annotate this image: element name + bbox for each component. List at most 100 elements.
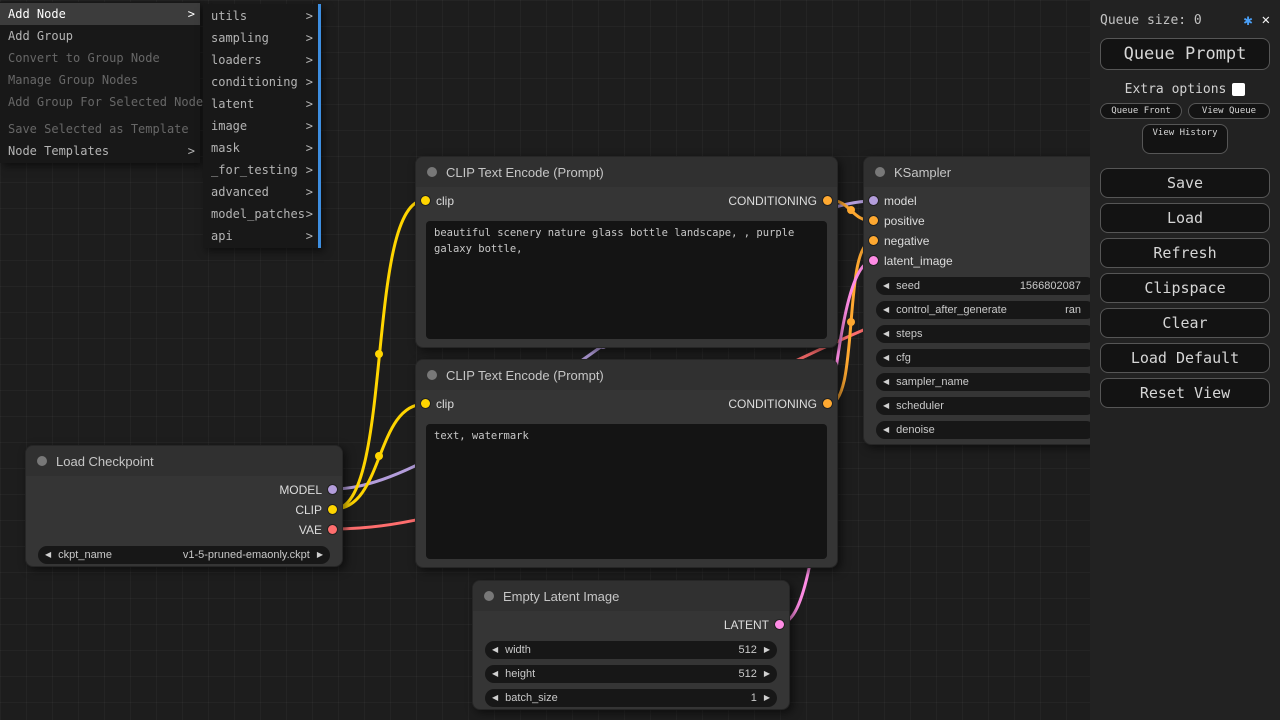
collapse-dot-icon[interactable] <box>484 591 494 601</box>
refresh-button[interactable]: Refresh <box>1100 238 1270 268</box>
widget-ckpt-name[interactable]: ◀ ckpt_name v1-5-pruned-emaonly.ckpt ▶ <box>38 546 330 564</box>
extra-options-checkbox[interactable] <box>1232 83 1245 96</box>
menu-item-label: Save Selected as Template <box>8 122 189 136</box>
submenu-arrow-icon: > <box>306 137 313 159</box>
widget-sampler-name[interactable]: ◀ sampler_name <box>876 373 1095 391</box>
widget-steps[interactable]: ◀ steps <box>876 325 1095 343</box>
node-clip-text-encode-2[interactable]: CLIP Text Encode (Prompt) clip CONDITION… <box>415 359 838 568</box>
node-clip-text-encode-1[interactable]: CLIP Text Encode (Prompt) clip CONDITION… <box>415 156 838 348</box>
widget-width[interactable]: ◀ width 512 ▶ <box>485 641 777 659</box>
increment-arrow-icon[interactable]: ▶ <box>764 689 770 707</box>
reset-view-button[interactable]: Reset View <box>1100 378 1270 408</box>
decrement-arrow-icon[interactable]: ◀ <box>883 373 889 391</box>
widget-label: seed <box>896 280 920 292</box>
input-slot-clip[interactable] <box>421 399 430 408</box>
submenu-item-conditioning[interactable]: conditioning > <box>203 71 318 93</box>
submenu-item-model-patches[interactable]: model_patches > <box>203 203 318 225</box>
submenu-item-sampling[interactable]: sampling > <box>203 27 318 49</box>
clear-button[interactable]: Clear <box>1100 308 1270 338</box>
input-slot-positive[interactable] <box>869 216 878 225</box>
node-header[interactable]: Load Checkpoint <box>26 446 342 476</box>
decrement-arrow-icon[interactable]: ◀ <box>883 277 889 295</box>
input-slot-latent-image[interactable] <box>869 256 878 265</box>
decrement-arrow-icon[interactable]: ◀ <box>883 421 889 439</box>
decrement-arrow-icon[interactable]: ◀ <box>883 325 889 343</box>
node-header[interactable]: CLIP Text Encode (Prompt) <box>416 360 837 390</box>
widget-label: control_after_generate <box>896 304 1007 316</box>
collapse-dot-icon[interactable] <box>427 370 437 380</box>
decrement-arrow-icon[interactable]: ◀ <box>492 665 498 683</box>
submenu-item-latent[interactable]: latent > <box>203 93 318 115</box>
output-slot-conditioning[interactable] <box>823 399 832 408</box>
menu-item-node-templates[interactable]: Node Templates > <box>0 140 200 162</box>
node-header[interactable]: Empty Latent Image <box>473 581 789 611</box>
submenu-item-mask[interactable]: mask > <box>203 137 318 159</box>
output-slot-model[interactable] <box>328 485 337 494</box>
widget-control-after-generate[interactable]: ◀ control_after_generate ran <box>876 301 1095 319</box>
clipspace-button[interactable]: Clipspace <box>1100 273 1270 303</box>
slot-row: VAE <box>26 520 342 540</box>
decrement-arrow-icon[interactable]: ◀ <box>492 641 498 659</box>
decrement-arrow-icon[interactable]: ◀ <box>883 349 889 367</box>
submenu-item-image[interactable]: image > <box>203 115 318 137</box>
view-queue-button[interactable]: View Queue <box>1188 103 1270 119</box>
node-header[interactable]: KSampler <box>864 157 1107 187</box>
submenu-item-loaders[interactable]: loaders > <box>203 49 318 71</box>
widget-batch-size[interactable]: ◀ batch_size 1 ▶ <box>485 689 777 707</box>
increment-arrow-icon[interactable]: ▶ <box>764 665 770 683</box>
view-history-button[interactable]: View History <box>1142 124 1228 154</box>
input-slot-model[interactable] <box>869 196 878 205</box>
prompt-textarea[interactable]: beautiful scenery nature glass bottle la… <box>426 221 827 339</box>
decrement-arrow-icon[interactable]: ◀ <box>492 689 498 707</box>
decrement-arrow-icon[interactable]: ◀ <box>45 546 51 564</box>
load-button[interactable]: Load <box>1100 203 1270 233</box>
collapse-dot-icon[interactable] <box>875 167 885 177</box>
decrement-arrow-icon[interactable]: ◀ <box>883 397 889 415</box>
prompt-textarea[interactable]: text, watermark <box>426 424 827 559</box>
submenu-arrow-icon: > <box>306 93 313 115</box>
widget-label: denoise <box>896 424 935 436</box>
node-load-checkpoint[interactable]: Load Checkpoint MODEL CLIP VAE ◀ ckpt_na… <box>25 445 343 567</box>
output-slot-vae[interactable] <box>328 525 337 534</box>
node-title: CLIP Text Encode (Prompt) <box>446 368 604 383</box>
collapse-dot-icon[interactable] <box>37 456 47 466</box>
collapse-dot-icon[interactable] <box>427 167 437 177</box>
widget-label: width <box>505 644 531 656</box>
increment-arrow-icon[interactable]: ▶ <box>764 641 770 659</box>
slot-row: MODEL <box>26 480 342 500</box>
submenu-item-advanced[interactable]: advanced > <box>203 181 318 203</box>
queue-front-button[interactable]: Queue Front <box>1100 103 1182 119</box>
menu-item-add-node[interactable]: Add Node > <box>0 3 200 25</box>
node-ksampler[interactable]: KSampler model positive negative latent_… <box>863 156 1108 445</box>
increment-arrow-icon[interactable]: ▶ <box>317 546 323 564</box>
load-default-button[interactable]: Load Default <box>1100 343 1270 373</box>
widget-value: 1 <box>751 692 757 704</box>
submenu-item-utils[interactable]: utils > <box>203 5 318 27</box>
widget-seed[interactable]: ◀ seed 1566802087 <box>876 277 1095 295</box>
queue-prompt-button[interactable]: Queue Prompt <box>1100 38 1270 70</box>
widget-cfg[interactable]: ◀ cfg <box>876 349 1095 367</box>
output-label: CLIP <box>295 503 322 517</box>
submenu-item-api[interactable]: api > <box>203 225 318 247</box>
save-button[interactable]: Save <box>1100 168 1270 198</box>
submenu-arrow-icon: > <box>306 159 313 181</box>
widget-denoise[interactable]: ◀ denoise <box>876 421 1095 439</box>
settings-icon[interactable]: ✱ <box>1244 11 1253 29</box>
submenu-item-for-testing[interactable]: _for_testing > <box>203 159 318 181</box>
output-slot-latent[interactable] <box>775 620 784 629</box>
widget-height[interactable]: ◀ height 512 ▶ <box>485 665 777 683</box>
node-empty-latent-image[interactable]: Empty Latent Image LATENT ◀ width 512 ▶ … <box>472 580 790 710</box>
menu-item-label: image <box>211 119 247 133</box>
node-header[interactable]: CLIP Text Encode (Prompt) <box>416 157 837 187</box>
output-slot-clip[interactable] <box>328 505 337 514</box>
menu-item-add-group[interactable]: Add Group <box>0 25 200 47</box>
input-slot-negative[interactable] <box>869 236 878 245</box>
widget-scheduler[interactable]: ◀ scheduler <box>876 397 1095 415</box>
output-slot-conditioning[interactable] <box>823 196 832 205</box>
input-slot-clip[interactable] <box>421 196 430 205</box>
close-icon[interactable]: ✕ <box>1262 12 1270 28</box>
decrement-arrow-icon[interactable]: ◀ <box>883 301 889 319</box>
submenu-arrow-icon: > <box>306 49 313 71</box>
menu-item-manage-group-nodes: Manage Group Nodes <box>0 69 200 91</box>
menu-item-label: Node Templates <box>8 144 109 158</box>
